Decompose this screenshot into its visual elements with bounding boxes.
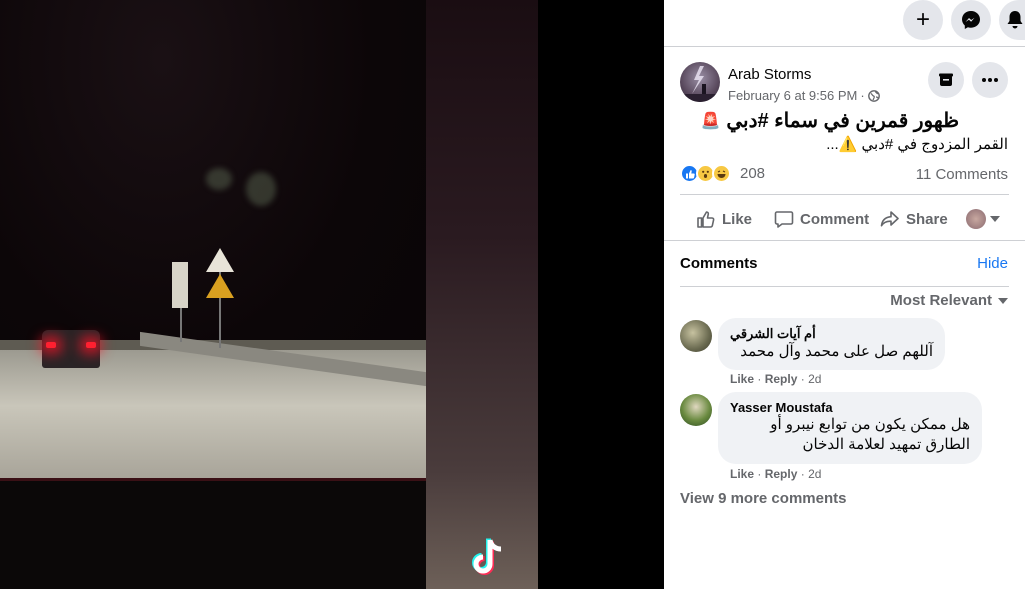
comment-sort-dropdown[interactable]: Most Relevant [890,292,1008,309]
lightning-storm-image [680,66,720,102]
comment-reply-link[interactable]: Reply [765,372,798,386]
plus-icon: + [915,6,930,33]
haha-reaction-icon [712,164,731,183]
comment-bubble: Yasser Moustafa هل ممكن يكون من توابع ني… [718,392,982,464]
warning-sign-top [206,248,234,272]
thumbs-up-icon [697,211,715,228]
more-dots-icon [982,78,998,82]
top-divider [664,46,1025,47]
car-dashboard [0,478,426,589]
comment-text-line: الطارق تمهيد لعلامة الدخان [802,436,970,453]
post-subtitle[interactable]: القمر المزدوج في #دبي ⚠️... [826,135,1008,153]
author-name[interactable]: Arab Storms [728,66,811,83]
comment-text: آللهم صل على محمد وآل محمد [740,343,933,360]
moon-glow-left [206,168,232,190]
bookmark-box-icon [939,73,953,86]
caret-down-icon [998,297,1008,304]
video-side-strip [426,0,538,589]
user-avatar [966,209,986,229]
comments-divider [680,286,1009,287]
siren-emoji-icon: 🚨 [700,112,721,130]
like-button[interactable]: Like [696,209,752,229]
moon-glow-right [246,172,276,206]
comment-footer: Like · Reply · 2d [730,467,821,481]
video-player[interactable] [0,0,538,589]
road-sign-small [172,262,188,308]
comment-icon [774,211,794,228]
meta-separator: · [860,88,865,103]
comment-time[interactable]: 2d [808,467,821,481]
comment-bubble: أم آيات الشرقي آللهم صل على محمد وآل محم… [718,318,945,370]
commenter-avatar[interactable] [680,320,712,352]
tail-light-right [86,342,96,348]
sort-label: Most Relevant [890,292,992,309]
post-panel: + Arab Storms February 6 at 9:56 PM · ظه… [664,0,1025,589]
commenter-name[interactable]: Yasser Moustafa [730,400,970,415]
comment-count[interactable]: 11 Comments [916,166,1008,183]
action-bar: Like Comment Share [680,202,1009,236]
commenter-name[interactable]: أم آيات الشرقي [730,326,933,342]
bell-icon [1007,11,1023,29]
top-bar: + [903,0,1025,40]
footer-dot: · [757,372,762,386]
tail-light-left [46,342,56,348]
share-label: Share [906,210,948,228]
commenter-avatar[interactable] [680,394,712,426]
messenger-button[interactable] [951,0,991,40]
warning-sign-bottom [206,274,234,298]
view-more-comments-link[interactable]: View 9 more comments [680,490,846,507]
comment-reply-link[interactable]: Reply [765,467,798,481]
post-meta: February 6 at 9:56 PM · [728,88,880,103]
comment-time[interactable]: 2d [808,372,821,386]
caret-down-icon [990,216,1000,222]
comment-label: Comment [800,210,870,228]
reaction-count: 208 [740,165,766,182]
create-button[interactable]: + [903,0,943,40]
footer-dot: · [800,372,805,386]
post-date[interactable]: February 6 at 9:56 PM [728,88,857,103]
react-as-selector[interactable] [966,209,1000,229]
more-options-button[interactable] [972,62,1008,98]
tiktok-logo-icon [472,538,502,575]
post-title: ظهور قمرين في سماء #دبي 🚨 [700,108,959,133]
post-header: Arab Storms February 6 at 9:56 PM · [680,62,1009,103]
page-avatar[interactable] [680,62,720,102]
stats-divider [680,194,1009,195]
share-button[interactable]: Share [880,209,948,229]
comment-footer: Like · Reply · 2d [730,372,821,386]
hide-comments-link[interactable]: Hide [977,255,1008,272]
post-title-text: ظهور قمرين في سماء #دبي [726,110,959,132]
footer-dot: · [757,467,762,481]
comments-heading: Comments [680,255,758,272]
media-viewer [0,0,664,589]
footer-dot: · [800,467,805,481]
comment-text-line: هل ممكن يكون من توابع نيبرو أو [770,416,970,433]
like-label: Like [722,210,753,228]
comment-like-link[interactable]: Like [730,372,754,386]
comment-button[interactable]: Comment [774,209,869,229]
actions-divider [664,240,1025,241]
messenger-icon [962,11,980,29]
share-icon [880,211,899,227]
comment-like-link[interactable]: Like [730,467,754,481]
car [42,330,100,368]
globe-icon [867,89,880,102]
save-post-button[interactable] [928,62,964,98]
reaction-summary[interactable]: 208 [680,164,765,183]
notifications-button[interactable] [999,0,1025,40]
